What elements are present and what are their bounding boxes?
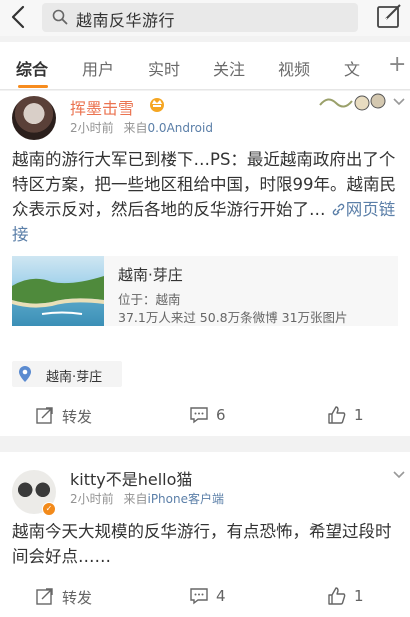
chevron-down-icon[interactable] — [392, 470, 406, 480]
post-author[interactable]: kitty不是hello猫 — [70, 466, 192, 490]
place-title: 越南·芽庄 — [118, 266, 183, 284]
post-actions: 转发 4 1 — [0, 577, 410, 617]
comment-icon — [190, 588, 208, 605]
place-location: 位于：越南 — [118, 292, 181, 307]
post-card[interactable]: ✓ kitty不是hello猫 2小时前 来自iPhone客户端 越南今天大规模… — [0, 452, 410, 617]
active-tab-indicator — [18, 85, 48, 88]
post-card[interactable]: 挥墨击雪 2小时前 来自0.0Android 越南的游行大军已到楼下…PS：最近… — [0, 91, 410, 436]
top-bar: 越南反华游行 — [0, 0, 410, 36]
beach-image — [12, 276, 104, 315]
location-tag-label: 越南·芽庄 — [46, 370, 103, 385]
avatar[interactable] — [12, 96, 56, 140]
location-pin-icon — [19, 366, 31, 382]
post-meta: 2小时前 来自iPhone客户端 — [70, 490, 224, 507]
card-decoration-icon — [319, 93, 386, 111]
like-count: 1 — [354, 587, 364, 605]
search-tabs: 综合 用户 实时 关注 视频 文 + — [0, 42, 410, 90]
source-prefix: 来自 — [123, 121, 148, 135]
post-actions: 转发 6 1 — [0, 396, 410, 436]
thumbs-up-icon — [328, 587, 346, 605]
search-icon — [52, 9, 68, 25]
comment-icon — [190, 407, 208, 424]
forward-icon — [36, 407, 53, 424]
location-tag[interactable]: 越南·芽庄 — [12, 361, 122, 387]
comment-count: 6 — [216, 406, 226, 424]
search-box[interactable]: 越南反华游行 — [42, 3, 358, 32]
forward-icon — [36, 588, 53, 605]
thumbs-up-icon — [328, 406, 346, 424]
chevron-down-icon[interactable] — [392, 97, 406, 107]
post-author[interactable]: 挥墨击雪 — [70, 95, 134, 119]
tab-fade — [354, 42, 384, 88]
post-text: 越南今天大规模的反华游行，有点恐怖，希望过段时间会好点…… — [12, 522, 392, 566]
post-meta: 2小时前 来自0.0Android — [70, 119, 213, 136]
comment-count: 4 — [216, 587, 226, 605]
post-source[interactable]: 0.0Android — [147, 121, 212, 135]
post-time: 2小时前 — [70, 121, 114, 135]
forward-label: 转发 — [62, 408, 93, 426]
place-card[interactable]: 越南·芽庄 位于：越南 37.1万人来过 50.8万条微博 31万张图片 — [12, 256, 398, 326]
tab-following[interactable]: 关注 — [213, 56, 245, 80]
tab-realtime[interactable]: 实时 — [148, 56, 180, 80]
post-time: 2小时前 — [70, 492, 114, 506]
forward-label: 转发 — [62, 589, 93, 607]
link-icon — [332, 203, 344, 216]
compose-icon[interactable] — [376, 3, 403, 30]
tab-all[interactable]: 综合 — [16, 56, 48, 80]
verified-badge-icon: ✓ — [42, 502, 56, 516]
place-stats: 37.1万人来过 50.8万条微博 31万张图片 — [118, 310, 348, 325]
member-crown-icon — [150, 98, 164, 112]
back-arrow-icon[interactable] — [6, 4, 30, 30]
post-source[interactable]: iPhone客户端 — [147, 492, 224, 506]
source-prefix: 来自 — [123, 492, 148, 506]
add-tab-icon[interactable]: + — [388, 52, 406, 77]
like-count: 1 — [354, 406, 364, 424]
tab-users[interactable]: 用户 — [82, 56, 114, 80]
post-text: 越南的游行大军已到楼下…PS：最近越南政府出了个特区方案，把一些地区租给中国，时… — [12, 147, 404, 247]
tab-video[interactable]: 视频 — [278, 56, 310, 80]
place-image — [12, 256, 104, 326]
search-query[interactable]: 越南反华游行 — [76, 7, 175, 31]
